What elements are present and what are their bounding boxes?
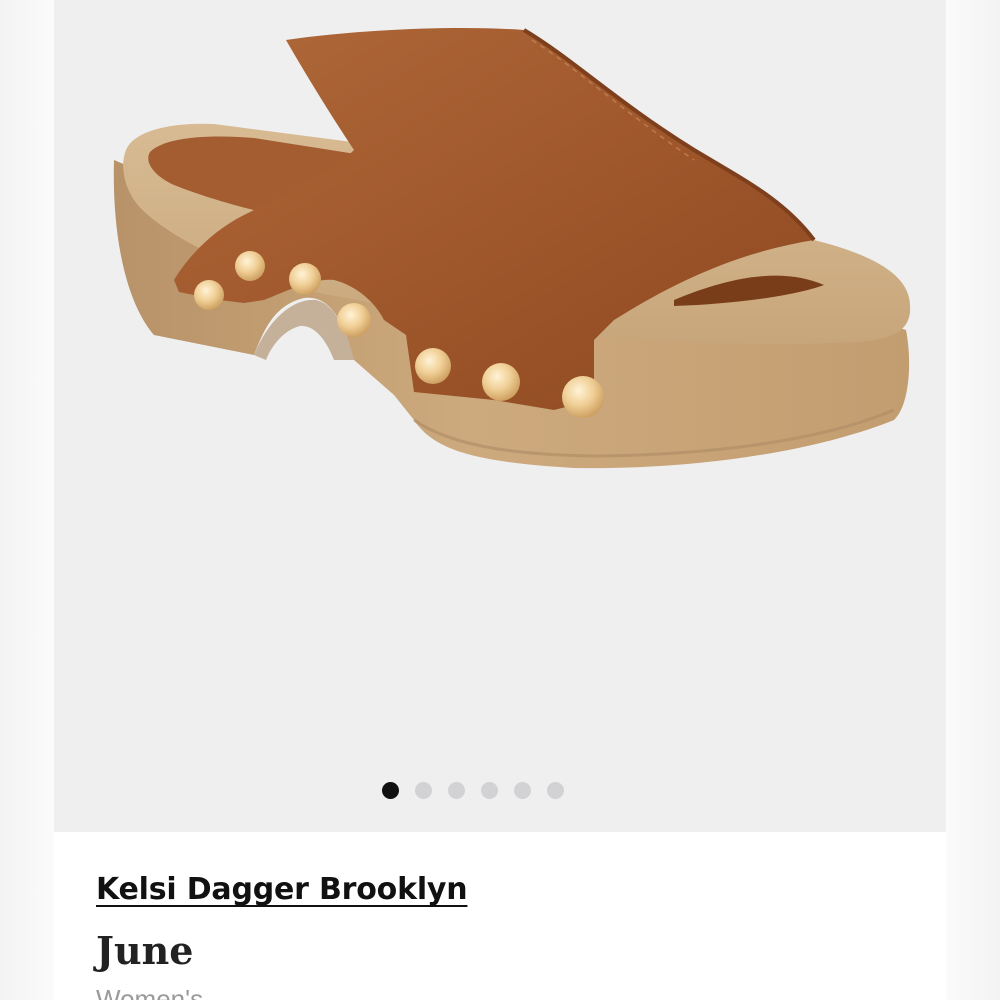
carousel-dot-5[interactable] — [514, 782, 531, 799]
product-info: Kelsi Dagger Brooklyn June Women's — [54, 832, 946, 1000]
carousel-dot-4[interactable] — [481, 782, 498, 799]
carousel-dot-2[interactable] — [415, 782, 432, 799]
image-gallery[interactable] — [54, 0, 946, 832]
carousel-dot-3[interactable] — [448, 782, 465, 799]
product-image[interactable] — [54, 0, 946, 760]
product-name: June — [96, 928, 194, 973]
product-page: Kelsi Dagger Brooklyn June Women's — [0, 0, 1000, 1000]
carousel-dot-6[interactable] — [547, 782, 564, 799]
brand-link[interactable]: Kelsi Dagger Brooklyn — [96, 872, 468, 907]
product-category: Women's — [96, 984, 204, 1000]
carousel-page-indicator[interactable] — [54, 782, 892, 802]
carousel-dot-1[interactable] — [382, 782, 399, 799]
